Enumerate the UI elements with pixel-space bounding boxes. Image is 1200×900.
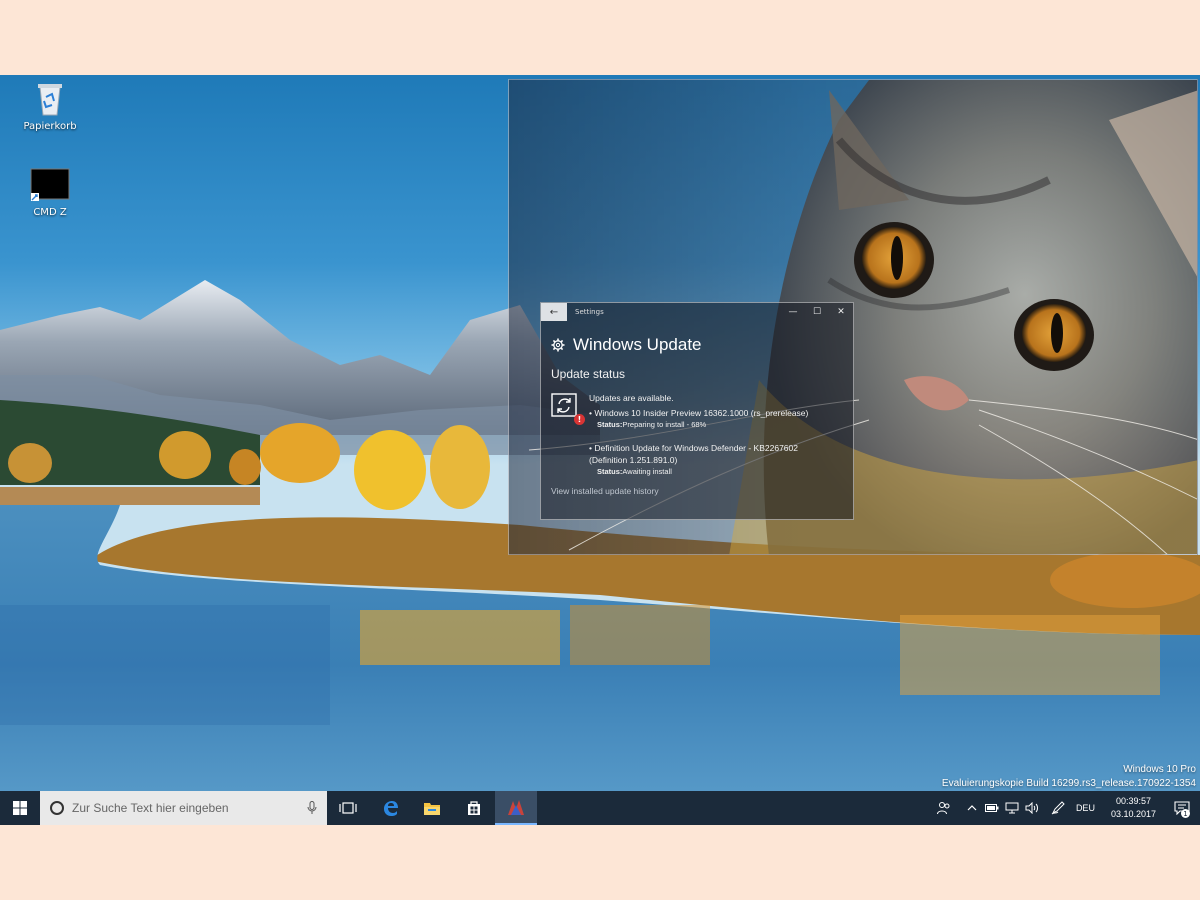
running-app-button[interactable] <box>495 791 537 825</box>
settings-titlebar[interactable]: ← Settings — ☐ ✕ <box>541 303 853 321</box>
taskbar: Zur Suche Text hier eingeben DEU 00:39:5… <box>0 791 1200 825</box>
recycle-bin-label: Papierkorb <box>23 121 77 132</box>
folder-icon <box>424 802 440 815</box>
edge-button[interactable] <box>369 791 411 825</box>
network-button[interactable] <box>1002 791 1022 825</box>
search-box[interactable]: Zur Suche Text hier eingeben <box>40 791 327 825</box>
cmdz-label: CMD Z <box>33 207 67 218</box>
gear-icon <box>551 338 565 352</box>
cmdz-shortcut[interactable]: CMD Z <box>10 167 90 218</box>
system-tray: DEU 00:39:57 03.10.2017 1 <box>934 791 1200 825</box>
search-placeholder: Zur Suche Text hier eingeben <box>72 801 229 815</box>
people-icon <box>936 802 950 815</box>
update-history-link[interactable]: View installed update history <box>551 486 853 496</box>
update-item-name: • Windows 10 Insider Preview 16362.1000 … <box>589 408 809 418</box>
update-item-name-detail: (Definition 1.251.891.0) <box>589 455 678 465</box>
minimize-button[interactable]: — <box>781 303 805 321</box>
notification-count: 1 <box>1181 809 1190 818</box>
battery-button[interactable] <box>982 791 1002 825</box>
recycle-bin-icon <box>38 84 62 116</box>
store-button[interactable] <box>453 791 495 825</box>
close-button[interactable]: ✕ <box>829 303 853 321</box>
edition-text: Windows 10 Pro <box>1123 764 1196 775</box>
alert-badge: ! <box>574 414 585 425</box>
network-icon <box>1005 802 1019 814</box>
update-sync-icon: ! <box>551 392 585 425</box>
volume-icon <box>1025 802 1038 814</box>
section-title: Update status <box>551 367 626 381</box>
update-item-status: Status:Awaiting install <box>597 467 672 476</box>
cortana-icon <box>50 801 64 815</box>
update-item-status: Status:Preparing to install - 68% <box>597 420 707 429</box>
people-button[interactable] <box>934 791 954 825</box>
edge-browser-icon <box>384 801 398 816</box>
updates-available-text: Updates are available. <box>589 393 674 403</box>
clock-date: 03.10.2017 <box>1110 809 1156 819</box>
file-explorer-button[interactable] <box>411 791 453 825</box>
window-title: Settings <box>575 308 604 316</box>
language-indicator[interactable]: DEU <box>1068 803 1103 813</box>
pen-workspace-button[interactable] <box>1048 791 1068 825</box>
app-icon <box>508 800 524 815</box>
update-item-name: • Definition Update for Windows Defender… <box>589 443 798 453</box>
recycle-bin-shortcut[interactable]: Papierkorb <box>10 81 90 132</box>
update-status: ! Updates are available. • Windows 10 In… <box>551 392 853 478</box>
pen-icon <box>1051 801 1065 815</box>
action-center-button[interactable]: 1 <box>1164 791 1200 825</box>
settings-window[interactable]: ← Settings — ☐ ✕ Windows Update Update s… <box>540 302 854 520</box>
maximize-button[interactable]: ☐ <box>805 303 829 321</box>
battery-icon <box>984 804 999 812</box>
page-title: Windows Update <box>573 335 702 354</box>
task-view-button[interactable] <box>327 791 369 825</box>
build-text: Evaluierungskopie Build 16299.rs3_releas… <box>941 778 1196 789</box>
store-bag-icon <box>468 801 480 815</box>
windows-logo-icon <box>13 801 27 815</box>
clock[interactable]: 00:39:57 03.10.2017 <box>1103 795 1164 821</box>
windows-watermark: Windows 10 Pro Evaluierungskopie Build 1… <box>942 763 1196 791</box>
task-view-icon <box>339 802 357 814</box>
shortcut-icon <box>30 168 70 201</box>
volume-button[interactable] <box>1022 791 1042 825</box>
show-hidden-icons-button[interactable] <box>962 791 982 825</box>
desktop-screen: Papierkorb CMD Z ← Settings — ☐ ✕ Window… <box>0 75 1200 825</box>
chevron-up-icon <box>967 805 977 811</box>
start-button[interactable] <box>0 791 40 825</box>
back-button[interactable]: ← <box>541 303 567 321</box>
microphone-icon[interactable] <box>307 801 317 815</box>
clock-time: 00:39:57 <box>1115 796 1151 806</box>
